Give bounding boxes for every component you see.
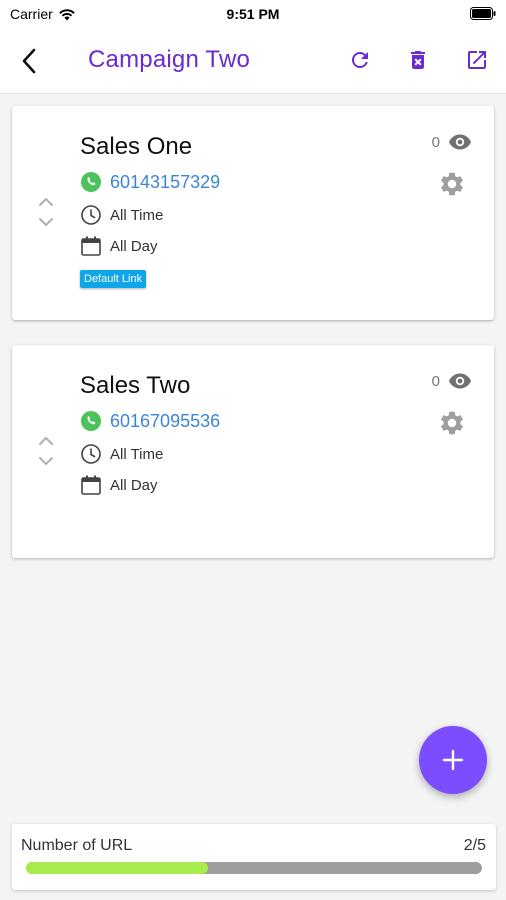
- calendar-icon: [81, 475, 101, 495]
- clock-icon: [81, 444, 101, 464]
- schedule-time-row: All Time: [80, 204, 163, 226]
- clock-icon: [81, 205, 101, 225]
- page-title: Campaign Two: [88, 46, 251, 73]
- default-link-badge: Default Link: [80, 270, 147, 288]
- add-url-button[interactable]: [419, 726, 487, 794]
- eye-icon: [449, 373, 471, 389]
- reorder-icon[interactable]: [36, 433, 56, 469]
- contact-card[interactable]: Sales One 60143157329 All Time All Day D…: [12, 106, 494, 320]
- contact-name: Sales Two: [80, 372, 191, 399]
- delete-icon: [411, 51, 425, 69]
- contact-card[interactable]: Sales Two 60167095536 All Time All Day 0: [12, 345, 494, 558]
- phone-row[interactable]: 60143157329: [80, 171, 220, 193]
- gear-icon[interactable]: [438, 170, 466, 198]
- schedule-time-row: All Time: [80, 443, 163, 465]
- whatsapp-icon: [81, 172, 101, 192]
- refresh-button[interactable]: [346, 46, 374, 74]
- clock-time: 9:51 PM: [226, 6, 280, 22]
- gear-icon[interactable]: [438, 409, 466, 437]
- back-button[interactable]: [16, 46, 42, 76]
- schedule-day-row: All Day: [80, 235, 158, 257]
- schedule-time-label: All Time: [110, 206, 164, 224]
- schedule-time-label: All Time: [110, 445, 164, 463]
- schedule-day-row: All Day: [80, 474, 158, 496]
- battery-icon: [470, 7, 496, 20]
- phone-row[interactable]: 60167095536: [80, 410, 220, 432]
- schedule-day-label: All Day: [110, 476, 158, 494]
- phone-number[interactable]: 60143157329: [110, 172, 220, 193]
- calendar-icon: [81, 236, 101, 256]
- schedule-day-label: All Day: [110, 237, 158, 255]
- delete-button[interactable]: [404, 46, 432, 74]
- open-external-button[interactable]: [463, 46, 491, 74]
- views-count: 0: [431, 372, 440, 390]
- app-header: Campaign Two: [0, 28, 506, 94]
- back-arrow-icon: [22, 48, 36, 74]
- plus-icon: [442, 749, 464, 771]
- url-usage-progress-fill: [26, 862, 209, 874]
- views-count: 0: [431, 133, 440, 151]
- phone-number[interactable]: 60167095536: [110, 411, 220, 432]
- open-external-icon: [468, 51, 486, 69]
- url-usage-label: Number of URL: [21, 837, 133, 854]
- views-counter: 0: [432, 133, 472, 151]
- status-bar: Carrier 9:51 PM: [0, 0, 506, 28]
- refresh-icon: [352, 52, 368, 68]
- reorder-icon[interactable]: [36, 194, 56, 230]
- whatsapp-icon: [81, 411, 101, 431]
- contact-name: Sales One: [80, 133, 193, 160]
- url-usage-progress-bar: [26, 862, 482, 874]
- url-usage-panel: Number of URL 2/5: [12, 824, 496, 890]
- url-usage-count: 2/5: [463, 837, 486, 854]
- eye-icon: [449, 134, 471, 150]
- views-counter: 0: [432, 372, 472, 390]
